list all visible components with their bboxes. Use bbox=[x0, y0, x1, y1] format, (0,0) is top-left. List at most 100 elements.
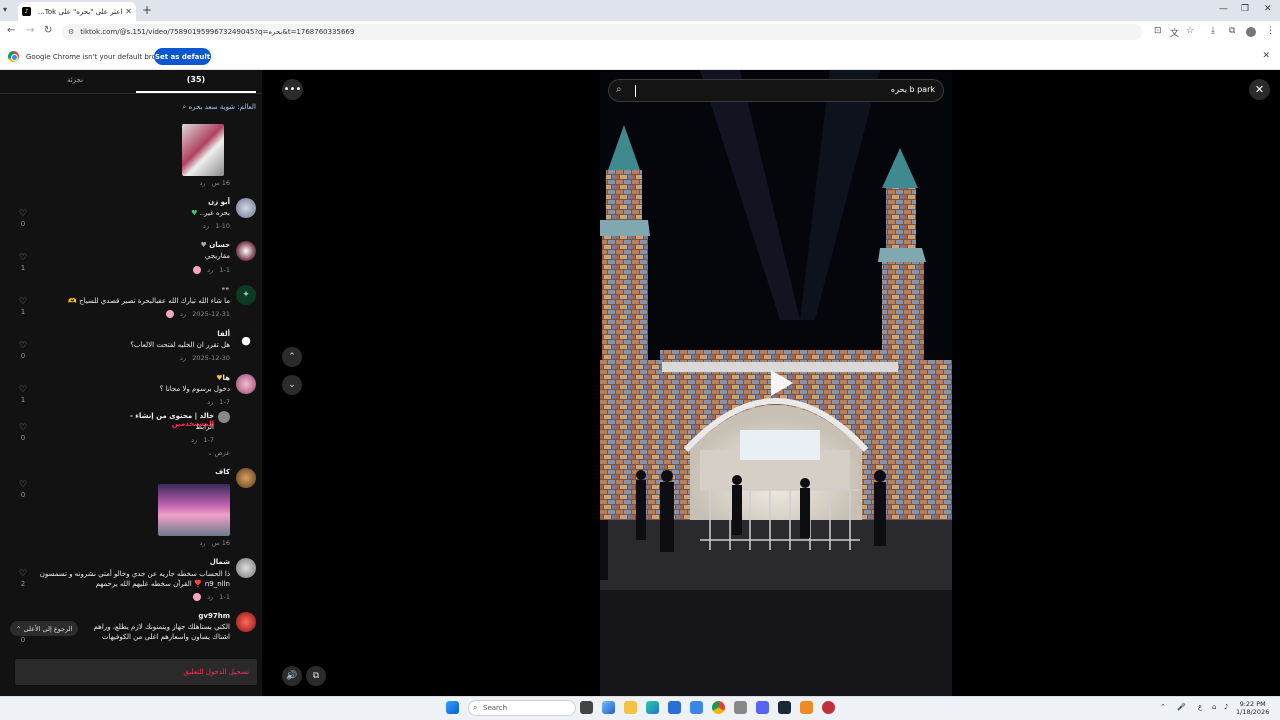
microphone-icon[interactable]: 🎤 bbox=[1177, 703, 1186, 711]
edge-icon[interactable] bbox=[646, 701, 659, 714]
reply-button[interactable]: رد bbox=[207, 266, 213, 274]
store-icon[interactable] bbox=[668, 701, 681, 714]
minimize-icon[interactable]: — bbox=[1219, 4, 1228, 14]
window-close-icon[interactable]: ✕ bbox=[1264, 4, 1272, 14]
windows-start-icon[interactable] bbox=[446, 701, 459, 714]
like-count: 1 bbox=[20, 396, 26, 404]
avatar[interactable] bbox=[236, 612, 256, 632]
login-prompt[interactable]: تسجيل الدخول للتعليق bbox=[183, 668, 249, 676]
floating-player-icon[interactable]: ⧉ bbox=[306, 666, 326, 686]
address-bar[interactable]: ⚙ tiktok.com/@s.151/video/75890195996732… bbox=[62, 24, 1142, 40]
reply-button[interactable]: رد bbox=[207, 398, 213, 406]
site-info-icon[interactable]: ⚙ bbox=[68, 28, 74, 36]
steam-icon[interactable] bbox=[778, 701, 791, 714]
network-icon[interactable]: ⌂ bbox=[1212, 703, 1216, 711]
next-video-chevron-down-icon[interactable]: ⌄ bbox=[282, 375, 302, 395]
avatar[interactable] bbox=[218, 411, 230, 423]
comment-login-box[interactable]: تسجيل الدخول للتعليق bbox=[15, 659, 257, 685]
comment-username[interactable]: أبو زن bbox=[150, 198, 230, 206]
comment-username[interactable]: كاف bbox=[150, 468, 230, 476]
tab-comments[interactable]: (35) bbox=[136, 75, 256, 84]
reply-button[interactable]: رد bbox=[199, 179, 205, 187]
like-count: 0 bbox=[20, 434, 26, 442]
tab-close-icon[interactable]: ✕ bbox=[125, 7, 132, 16]
profile-avatar[interactable] bbox=[1246, 27, 1256, 37]
like-button[interactable]: ♡ 1 bbox=[16, 386, 30, 405]
back-to-top-button[interactable]: ⌃ الرجوع إلى الأعلى bbox=[10, 621, 79, 636]
like-button[interactable]: ♡ 1 bbox=[16, 298, 30, 317]
reload-icon[interactable]: ↻ bbox=[44, 25, 52, 36]
volume-icon[interactable]: ♪ bbox=[1224, 703, 1228, 711]
taskbar-clock[interactable]: 9:22 PM 1/18/2026 bbox=[1236, 700, 1269, 716]
task-view-icon[interactable] bbox=[580, 701, 593, 714]
avatar[interactable] bbox=[236, 241, 256, 261]
comment-date: 1-1 bbox=[219, 266, 230, 274]
app-icon[interactable] bbox=[822, 701, 835, 714]
like-button[interactable]: ♡0 bbox=[16, 210, 30, 229]
avatar[interactable] bbox=[236, 468, 256, 488]
like-button[interactable]: ♡0 bbox=[16, 342, 30, 361]
reply-button[interactable]: رد bbox=[191, 436, 197, 444]
comment-username[interactable]: ها♥ bbox=[150, 374, 230, 382]
comment-username[interactable]: حسان ♥ bbox=[150, 241, 231, 249]
previous-video-chevron-up-icon[interactable]: ⌃ bbox=[282, 347, 302, 367]
tab-related[interactable]: نجزئة bbox=[20, 76, 130, 84]
download-icon[interactable]: ⤓ bbox=[1211, 26, 1215, 36]
app-icon[interactable] bbox=[800, 701, 813, 714]
new-tab-button[interactable]: + bbox=[142, 3, 152, 17]
tab-search-icon[interactable]: ▾ bbox=[3, 5, 7, 14]
reply-button[interactable]: رد bbox=[203, 222, 209, 230]
avatar[interactable]: ● bbox=[236, 330, 256, 350]
like-button[interactable]: ♡0 bbox=[16, 481, 30, 500]
translate-icon[interactable]: 文 bbox=[1170, 26, 1179, 39]
avatar[interactable]: ✦ bbox=[236, 285, 256, 305]
search-input[interactable]: b park بحره bbox=[891, 85, 935, 94]
browser-tab[interactable]: ♪ اعثر على "بحره" على TikTok | بحث ✕ bbox=[18, 2, 136, 21]
reply-button[interactable]: رد bbox=[207, 593, 213, 601]
settings-icon[interactable] bbox=[734, 701, 747, 714]
like-count: 1 bbox=[20, 308, 26, 316]
install-app-icon[interactable]: ⊡ bbox=[1154, 26, 1162, 36]
mail-icon[interactable] bbox=[690, 701, 703, 714]
heart-icon: ♥ bbox=[200, 241, 207, 249]
pinned-keyword[interactable]: العالم: شوية سعد بحره ⌕ bbox=[150, 103, 256, 112]
set-default-button[interactable]: Set as default bbox=[154, 48, 211, 65]
language-icon[interactable]: ع bbox=[1198, 703, 1202, 711]
file-explorer-icon[interactable] bbox=[624, 701, 637, 714]
back-icon[interactable]: ← bbox=[7, 25, 15, 36]
play-icon[interactable] bbox=[765, 368, 795, 398]
chrome-icon[interactable] bbox=[712, 701, 725, 714]
avatar[interactable] bbox=[236, 198, 256, 218]
heart-icon: ♡ bbox=[18, 423, 28, 433]
extensions-icon[interactable]: ⧉ bbox=[1229, 26, 1235, 36]
show-more-replies[interactable]: عرض ⌄ bbox=[190, 449, 230, 457]
maximize-icon[interactable]: ❐ bbox=[1241, 4, 1249, 14]
like-button[interactable]: ♡ 2 bbox=[16, 570, 30, 589]
reply-button[interactable]: رد bbox=[180, 354, 186, 362]
comment-username[interactable]: 👓 bbox=[150, 285, 230, 293]
close-video-icon[interactable]: ✕ bbox=[1249, 79, 1270, 100]
more-options-icon[interactable]: ••• bbox=[282, 79, 303, 100]
like-button[interactable]: ♡ 1 bbox=[16, 254, 30, 273]
infobar-close-icon[interactable]: ✕ bbox=[1262, 51, 1270, 61]
comment-image[interactable] bbox=[158, 484, 230, 536]
bookmark-star-icon[interactable]: ☆ bbox=[1186, 26, 1194, 36]
comment-username[interactable]: شمال bbox=[150, 558, 230, 566]
avatar[interactable] bbox=[236, 374, 256, 394]
copilot-icon[interactable] bbox=[602, 701, 615, 714]
like-button[interactable]: ♡0 bbox=[16, 424, 30, 443]
taskbar-search[interactable]: ⌕ Search bbox=[468, 700, 576, 716]
comment-text: دخول برسوم ولا مجانا ؟ bbox=[159, 385, 230, 393]
avatar[interactable] bbox=[236, 558, 256, 578]
video-search-bar[interactable]: ⌕ b park بحره bbox=[608, 79, 944, 102]
forward-icon[interactable]: → bbox=[26, 25, 34, 36]
discord-icon[interactable] bbox=[756, 701, 769, 714]
reply-button[interactable]: رد bbox=[199, 539, 205, 547]
tray-chevron-up-icon[interactable]: ⌃ bbox=[1160, 703, 1166, 711]
menu-icon[interactable]: ⋮ bbox=[1266, 26, 1275, 36]
reply-button[interactable]: رد bbox=[180, 310, 186, 318]
volume-icon[interactable]: 🔊 bbox=[282, 666, 302, 686]
comment-username[interactable]: ألفا bbox=[150, 330, 230, 338]
comment-image[interactable] bbox=[182, 124, 224, 176]
comment-username[interactable]: gv97hm bbox=[150, 612, 230, 620]
